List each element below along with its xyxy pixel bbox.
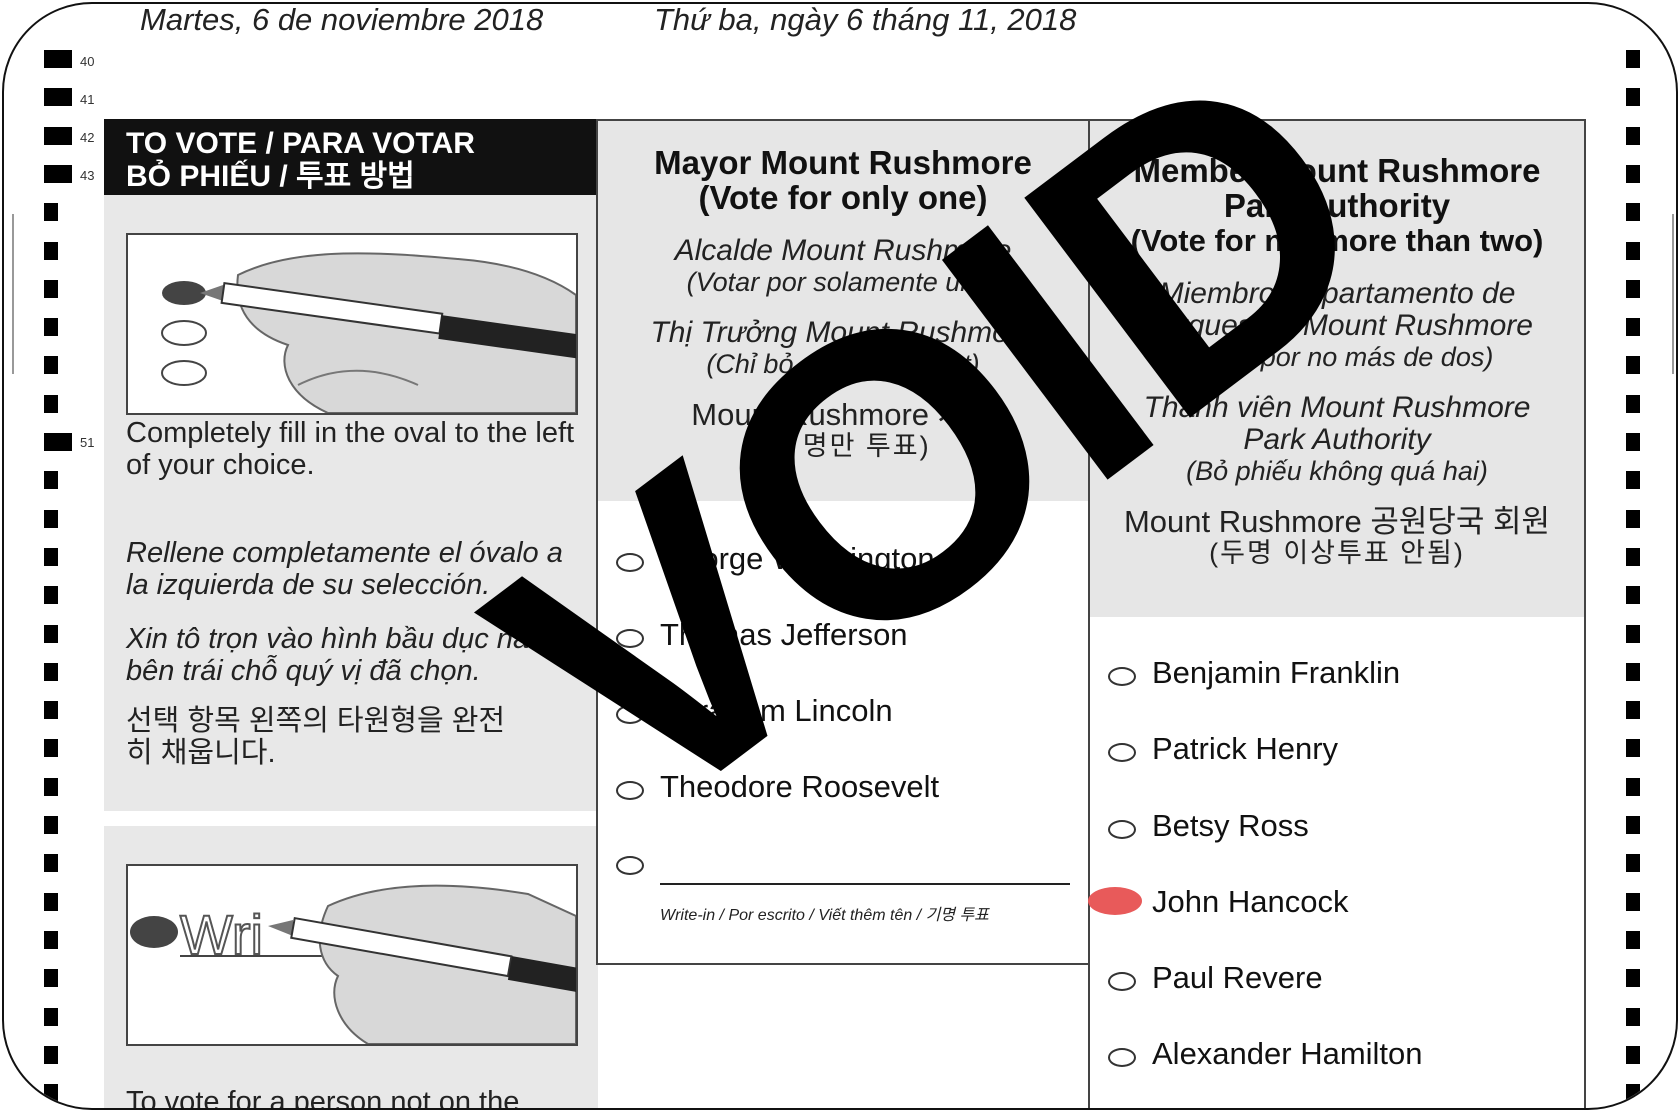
- timing-mark: [44, 356, 58, 375]
- candidate-name[interactable]: Alexander Hamilton: [1152, 1036, 1423, 1072]
- timing-mark: [44, 1045, 58, 1064]
- vote-oval[interactable]: [1108, 667, 1136, 686]
- timing-mark: [44, 701, 58, 720]
- date-vietnamese: Thứ ba, ngày 6 tháng 11, 2018: [654, 2, 1077, 37]
- timing-mark: [44, 88, 72, 107]
- timing-mark: [1626, 892, 1640, 911]
- timing-mark: [1626, 662, 1640, 681]
- timing-mark: [44, 241, 58, 260]
- writein-oval[interactable]: [616, 856, 644, 875]
- timing-mark: [44, 586, 58, 605]
- timing-mark: [44, 50, 72, 68]
- writein-illustration: Wri: [126, 864, 578, 1046]
- timing-mark: [1626, 126, 1640, 145]
- timing-mark: [44, 739, 58, 758]
- timing-mark: [44, 318, 58, 337]
- row-number: 43: [80, 168, 95, 183]
- timing-mark: [1626, 279, 1640, 298]
- row-number: 40: [80, 54, 95, 69]
- vote-oval[interactable]: [1108, 820, 1136, 839]
- timing-mark: [1626, 816, 1640, 834]
- candidate-name[interactable]: Paul Revere: [1152, 960, 1323, 996]
- timing-mark: [44, 624, 58, 643]
- timing-mark: [1626, 394, 1640, 413]
- timing-mark: [1626, 509, 1640, 528]
- row-number: 51: [80, 435, 95, 450]
- timing-mark: [1626, 88, 1640, 107]
- timing-mark: [44, 509, 58, 528]
- timing-mark: [44, 1084, 58, 1103]
- timing-mark: [44, 1007, 58, 1026]
- timing-mark: [1626, 50, 1640, 68]
- timing-mark: [1626, 471, 1640, 490]
- instructions-header-line2: BỎ PHIẾU / 투표 방법: [126, 160, 415, 193]
- timing-mark: [1626, 1007, 1640, 1026]
- timing-mark: [1626, 624, 1640, 643]
- candidate-name[interactable]: Patrick Henry: [1152, 731, 1338, 767]
- timing-mark: [44, 969, 58, 988]
- timing-mark: [1626, 1045, 1640, 1064]
- edge-line: [12, 214, 14, 374]
- timing-mark: [44, 854, 58, 873]
- candidate-name[interactable]: Betsy Ross: [1152, 808, 1309, 844]
- instruction-korean: 선택 항목 왼쪽의 타원형을 완전히 채웁니다.: [126, 705, 506, 769]
- timing-mark: [1626, 241, 1640, 260]
- writein-instruction: To vote for a person not on the: [126, 1086, 520, 1110]
- candidate-name[interactable]: John Hancock: [1152, 884, 1348, 920]
- timing-mark: [1626, 318, 1640, 337]
- timing-mark: [44, 279, 58, 298]
- timing-mark: [1626, 1084, 1640, 1103]
- timing-mark: [1626, 854, 1640, 873]
- timing-mark: [1626, 164, 1640, 183]
- row-number: 42: [80, 130, 95, 145]
- row-number: 41: [80, 92, 95, 107]
- timing-mark: [1626, 739, 1640, 758]
- timing-mark: [1626, 930, 1640, 949]
- timing-mark: [44, 777, 58, 796]
- vote-oval-marked[interactable]: [1088, 887, 1142, 915]
- vote-oval[interactable]: [1108, 1048, 1136, 1067]
- timing-mark: [1626, 547, 1640, 566]
- edge-line: [1672, 214, 1674, 374]
- timing-mark: [44, 892, 58, 911]
- fill-oval-illustration: [126, 233, 578, 415]
- date-spanish: Martes, 6 de noviembre 2018: [140, 2, 544, 37]
- timing-mark: [44, 433, 72, 451]
- timing-mark: [44, 203, 58, 222]
- timing-mark: [1626, 356, 1640, 375]
- timing-mark: [1626, 203, 1640, 222]
- timing-mark: [1626, 969, 1640, 988]
- writein-label: Write-in / Por escrito / Viết thêm tên /…: [660, 907, 989, 924]
- vote-oval[interactable]: [1108, 972, 1136, 991]
- timing-mark: [44, 930, 58, 949]
- instructions-header-line1: TO VOTE / PARA VOTAR: [126, 127, 475, 160]
- ballot-frame: Martes, 6 de noviembre 2018 Thứ ba, ngày…: [2, 2, 1678, 1110]
- timing-mark: [44, 471, 58, 490]
- writein-instructions-panel: Wri To vote for a person not on the: [104, 826, 598, 1110]
- timing-mark: [44, 394, 58, 413]
- candidate-name[interactable]: Benjamin Franklin: [1152, 655, 1400, 691]
- timing-mark: [44, 816, 58, 834]
- timing-mark: [44, 126, 72, 145]
- timing-mark: [44, 662, 58, 681]
- timing-mark: [1626, 433, 1640, 451]
- timing-mark: [44, 164, 72, 183]
- writein-line[interactable]: [660, 883, 1070, 885]
- instructions-header: TO VOTE / PARA VOTAR BỎ PHIẾU / 투표 방법: [104, 119, 598, 195]
- timing-mark: [44, 547, 58, 566]
- timing-mark: [1626, 777, 1640, 796]
- timing-mark: [1626, 586, 1640, 605]
- timing-mark: [1626, 701, 1640, 720]
- vote-oval[interactable]: [1108, 743, 1136, 762]
